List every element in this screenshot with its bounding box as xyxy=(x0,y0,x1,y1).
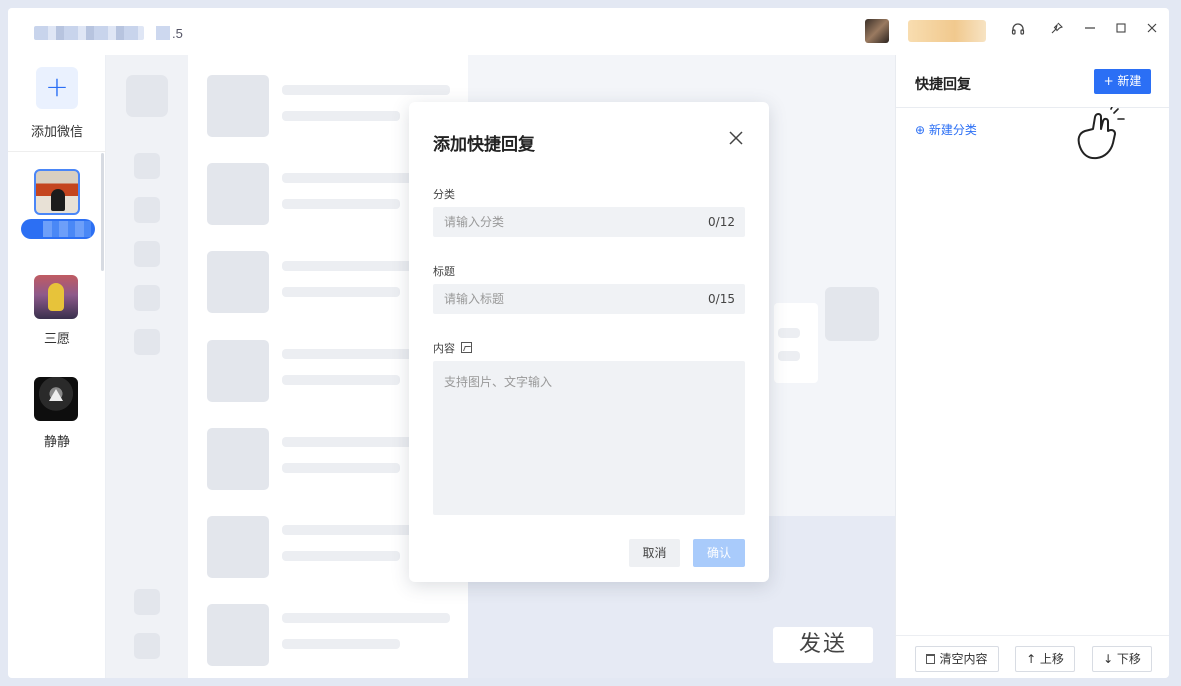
skeleton-line xyxy=(282,85,450,95)
blurred-title-text xyxy=(156,26,170,40)
skeleton-item xyxy=(134,153,160,179)
sidebar-scrollbar[interactable] xyxy=(101,153,104,271)
skeleton-avatar xyxy=(825,287,879,341)
skeleton-avatar xyxy=(207,428,269,490)
content-textarea[interactable]: 支持图片、文字输入 xyxy=(433,361,745,515)
skeleton-line xyxy=(282,375,400,385)
title-input[interactable]: 请输入标题 0/15 xyxy=(433,284,745,314)
clear-content-label: 清空内容 xyxy=(939,652,988,666)
skeleton-avatar xyxy=(207,604,269,666)
maximize-icon[interactable] xyxy=(1112,22,1130,40)
clear-content-button[interactable]: 清空内容 xyxy=(915,646,999,672)
add-quick-reply-dialog: 添加快捷回复 分类 请输入分类 0/12 标题 请输入标题 0/15 内容 支持… xyxy=(409,102,769,582)
headset-icon[interactable] xyxy=(1009,22,1027,40)
app-title: .5 xyxy=(34,24,183,42)
account-name-badge xyxy=(21,219,95,239)
content-label-row: 内容 xyxy=(433,340,472,356)
skeleton-item xyxy=(134,589,160,615)
current-user-avatar[interactable] xyxy=(865,19,889,43)
confirm-button[interactable]: 确认 xyxy=(693,539,745,567)
trash-icon xyxy=(926,654,936,664)
close-icon[interactable] xyxy=(725,128,747,150)
account-avatar-selected[interactable] xyxy=(34,169,80,215)
content-label: 内容 xyxy=(433,342,455,355)
dialog-title: 添加快捷回复 xyxy=(433,135,535,155)
skeleton-item xyxy=(134,197,160,223)
new-category-link[interactable]: ⊕ 新建分类 xyxy=(915,121,977,138)
add-account-button[interactable]: + xyxy=(36,67,78,109)
category-placeholder: 请输入分类 xyxy=(444,215,505,229)
skeleton-line xyxy=(282,111,400,121)
move-up-button[interactable]: ↑ 上移 xyxy=(1015,646,1075,672)
account-avatar[interactable] xyxy=(34,275,78,319)
cancel-button[interactable]: 取消 xyxy=(629,539,680,567)
title-version-suffix: .5 xyxy=(172,25,183,41)
skeleton-line xyxy=(778,351,800,361)
skeleton-item xyxy=(134,241,160,267)
minimize-icon[interactable] xyxy=(1081,22,1099,40)
skeleton-avatar xyxy=(207,516,269,578)
skeleton-line xyxy=(282,287,400,297)
add-account-label: 添加微信 xyxy=(30,125,83,140)
account-sidebar: + 添加微信 三愿 静静 xyxy=(8,55,106,678)
skeleton-line xyxy=(282,551,400,561)
skeleton-line xyxy=(282,639,400,649)
category-label: 分类 xyxy=(433,188,455,201)
skeleton-item xyxy=(126,75,168,117)
quick-reply-panel: 快捷回复 + 新建 ⊕ 新建分类 清空内容 ↑ 上移 ↓ 下移 xyxy=(895,55,1169,678)
move-down-button[interactable]: ↓ 下移 xyxy=(1092,646,1152,672)
skeleton-line xyxy=(282,613,450,623)
quick-reply-title: 快捷回复 xyxy=(915,77,971,93)
title-placeholder: 请输入标题 xyxy=(444,292,505,306)
account-name: 静静 xyxy=(43,435,70,450)
account-name: 三愿 xyxy=(43,332,70,347)
category-input[interactable]: 请输入分类 0/12 xyxy=(433,207,745,237)
skeleton-bubble xyxy=(774,303,818,383)
skeleton-item xyxy=(134,633,160,659)
skeleton-line xyxy=(282,463,400,473)
app-window: .5 + 添加微信 三愿 静静 发送 快捷回复 + 新建 ⊕ 新建分类 清空内容… xyxy=(8,8,1169,678)
skeleton-line xyxy=(778,328,800,338)
category-char-count: 0/12 xyxy=(708,215,735,229)
skeleton-avatar xyxy=(207,340,269,402)
quick-reply-footer: 清空内容 ↑ 上移 ↓ 下移 xyxy=(896,635,1169,678)
pin-icon[interactable] xyxy=(1048,22,1066,40)
divider xyxy=(8,151,106,152)
new-quick-reply-button[interactable]: + 新建 xyxy=(1094,69,1151,94)
title-bar: .5 xyxy=(8,8,1169,55)
title-label: 标题 xyxy=(433,265,455,278)
send-button[interactable]: 发送 xyxy=(773,627,873,663)
skeleton-avatar xyxy=(207,251,269,313)
close-icon[interactable] xyxy=(1143,22,1161,40)
skeleton-item xyxy=(134,329,160,355)
skeleton-line xyxy=(282,199,400,209)
account-avatar[interactable] xyxy=(34,377,78,421)
content-placeholder: 支持图片、文字输入 xyxy=(444,375,553,389)
hand-pointer-icon xyxy=(1077,107,1125,160)
skeleton-avatar xyxy=(207,163,269,225)
blurred-title-text xyxy=(34,26,144,40)
skeleton-avatar xyxy=(207,75,269,137)
skeleton-item xyxy=(134,285,160,311)
chat-category-list xyxy=(106,55,188,678)
image-icon[interactable] xyxy=(461,342,472,353)
current-user-name xyxy=(908,20,986,42)
title-char-count: 0/15 xyxy=(708,292,735,306)
